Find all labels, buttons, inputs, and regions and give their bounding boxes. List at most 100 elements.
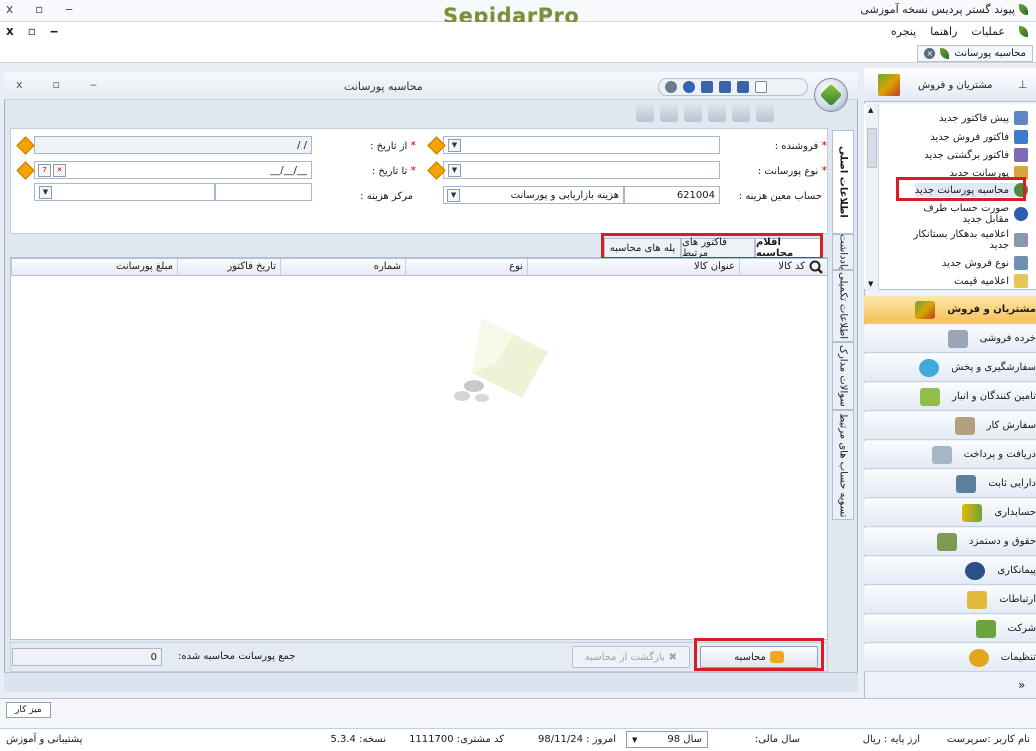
module-suppliers-inventory[interactable]: تامین کنندگان و انبار xyxy=(864,383,1036,411)
calendar-icon[interactable]: 7 xyxy=(38,163,51,177)
inner-close-icon[interactable]: x xyxy=(16,78,23,91)
mdi-minimize-icon[interactable]: ‒ xyxy=(50,24,58,38)
module-contracting[interactable]: پیمانکاری xyxy=(864,557,1036,585)
side-tab-main-info[interactable]: اطلاعات اصلی xyxy=(832,130,854,234)
new-document-icon[interactable] xyxy=(755,81,767,93)
inner-window-title: محاسبه پورسانت xyxy=(344,80,423,93)
prev-record-icon[interactable] xyxy=(708,104,726,122)
warning-icon xyxy=(426,160,446,180)
communications-icon xyxy=(967,590,988,609)
scroll-up-icon[interactable]: ▲ xyxy=(868,106,873,114)
menu-help[interactable]: راهنما xyxy=(930,25,957,38)
from-date-field[interactable]: / / xyxy=(34,136,312,154)
column-number[interactable]: شماره xyxy=(280,259,405,275)
filter-icon[interactable] xyxy=(660,104,678,122)
save-icon[interactable] xyxy=(701,81,713,93)
column-item-title[interactable]: عنوان کالا xyxy=(527,259,739,275)
desktop-bar xyxy=(0,698,1036,728)
module-payroll[interactable]: حقوق و دستمزد xyxy=(864,528,1036,556)
chevron-down-icon[interactable]: ▼ xyxy=(448,138,461,152)
inner-minimize-icon[interactable]: ‒ xyxy=(90,78,97,91)
column-invoice-date[interactable]: تاریخ فاکتور xyxy=(177,259,280,275)
minimize-icon[interactable]: ‒ xyxy=(65,2,73,16)
column-type[interactable]: نوع xyxy=(405,259,527,275)
save-close-icon[interactable] xyxy=(737,81,749,93)
mdi-close-icon[interactable]: x xyxy=(6,24,14,38)
inner-maximize-icon[interactable]: ▫ xyxy=(53,78,60,91)
chevron-down-icon[interactable]: ▼ xyxy=(448,163,461,177)
return-invoice-icon xyxy=(1014,148,1028,162)
nav-scrollbar[interactable]: ▲ ▼ xyxy=(866,104,879,290)
statement-icon xyxy=(1014,207,1028,221)
document-tab[interactable]: محاسبه پورسانت × xyxy=(917,45,1033,62)
scroll-thumb[interactable] xyxy=(867,128,877,168)
module-settings[interactable]: تنظیمات xyxy=(864,644,1036,672)
to-date-field[interactable]: 7 ✕ __/__/__ xyxy=(34,161,312,179)
side-tab-related-settlements[interactable]: تسویه حساب های مرتبط xyxy=(832,410,854,520)
nav-item-price-announcement[interactable]: اعلامیه قیمت xyxy=(954,274,1028,288)
side-tab-notes[interactable]: یادداشت xyxy=(832,234,854,270)
module-accounting[interactable]: حسابداری xyxy=(864,499,1036,527)
nav-item-new-debit-credit-note[interactable]: اعلامیه بدهکار بستانکار جدید xyxy=(900,229,1028,251)
chevron-down-icon[interactable]: ▼ xyxy=(39,185,52,199)
info-icon[interactable] xyxy=(683,81,695,93)
module-order-distribution[interactable]: سفارشگیری و پخش xyxy=(864,354,1036,382)
cost-center-name-field[interactable]: ▼ xyxy=(34,183,215,201)
nav-item-new-statement[interactable]: صورت حساب طرف مقابل جدید xyxy=(900,203,1028,225)
pin-icon[interactable]: ⊥ xyxy=(1018,78,1028,91)
nav-item-new-proforma[interactable]: پیش فاکتور جدید xyxy=(939,111,1028,125)
commission-type-field[interactable]: ▼ xyxy=(443,161,720,179)
app-menu-orb[interactable] xyxy=(814,78,848,112)
expand-chevron-icon[interactable]: » xyxy=(1018,678,1025,692)
menu-operations[interactable]: عملیات xyxy=(971,25,1005,38)
document-tab-strip xyxy=(0,43,1036,63)
seller-label: * فروشنده : xyxy=(774,139,827,152)
close-icon[interactable]: x xyxy=(6,2,13,16)
status-customer-code: کد مشتری: 1111700 xyxy=(409,734,504,745)
module-company[interactable]: شرکت xyxy=(864,615,1036,643)
module-work-order[interactable]: سفارش کار xyxy=(864,412,1036,440)
side-tab-documents[interactable]: سوالات مدارک xyxy=(832,342,854,410)
cost-center-code-field[interactable] xyxy=(215,183,312,201)
scroll-down-icon[interactable]: ▼ xyxy=(868,280,873,288)
module-receipts-payments[interactable]: دریافت و پرداخت xyxy=(864,441,1036,469)
module-retail[interactable]: خرده فروشی xyxy=(864,325,1036,353)
to-date-label: * تا تاریخ : xyxy=(371,164,416,177)
grid-body[interactable] xyxy=(10,276,828,640)
module-fixed-assets[interactable]: دارایی ثابت xyxy=(864,470,1036,498)
help-icon[interactable] xyxy=(665,81,677,93)
account-label: حساب معین هزینه : xyxy=(738,191,822,202)
chevron-down-icon: ▼ xyxy=(632,735,638,744)
close-tab-icon[interactable]: × xyxy=(924,48,936,59)
inner-window-controls: x ▫ ‒ xyxy=(16,78,97,91)
module-communications[interactable]: ارتباطات xyxy=(864,586,1036,614)
nav-item-new-return-invoice[interactable]: فاکتور برگشتی جدید xyxy=(924,148,1028,162)
status-base-currency: ارز پایه : ریال xyxy=(862,734,920,745)
undo-calculation-button[interactable]: بازگشت از محاسبه ✖ xyxy=(572,646,690,668)
seller-field[interactable]: ▼ xyxy=(443,136,720,154)
delete-icon[interactable] xyxy=(732,104,750,122)
cost-center-label: مرکز هزینه : xyxy=(360,191,413,202)
account-code-field[interactable]: 621004 xyxy=(624,186,720,204)
first-record-icon[interactable] xyxy=(684,104,702,122)
chevron-down-icon[interactable]: ▼ xyxy=(447,188,460,202)
fiscal-year-select[interactable]: سال 98 ▼ xyxy=(626,731,708,748)
search-icon[interactable] xyxy=(808,260,824,274)
clear-date-icon[interactable]: ✕ xyxy=(53,163,66,177)
module-sales[interactable]: مشتریان و فروش xyxy=(864,296,1036,324)
nav-item-new-sales-invoice[interactable]: فاکتور فروش جدید xyxy=(930,130,1028,144)
desktop-button[interactable]: میز کار xyxy=(6,702,51,718)
maximize-icon[interactable]: ▫ xyxy=(35,2,43,16)
menu-window[interactable]: پنجره xyxy=(891,25,916,38)
new-record-icon[interactable] xyxy=(756,104,774,122)
column-commission-amount[interactable]: مبلغ پورسانت xyxy=(11,259,177,275)
status-support[interactable]: پشتیبانی و آموزش xyxy=(6,734,82,745)
side-tab-extra-info[interactable]: اطلاعات تکمیلی xyxy=(832,270,854,342)
mdi-restore-icon[interactable]: ▫ xyxy=(28,24,36,38)
nav-item-new-sales-type[interactable]: نوع فروش جدید xyxy=(942,256,1028,270)
print-icon[interactable] xyxy=(636,104,654,122)
orb-icon xyxy=(819,83,843,107)
warning-icon xyxy=(15,135,35,155)
account-name-field[interactable]: هزینه بازاریابی و پورسانت ▼ xyxy=(443,186,624,204)
save-new-icon[interactable] xyxy=(719,81,731,93)
